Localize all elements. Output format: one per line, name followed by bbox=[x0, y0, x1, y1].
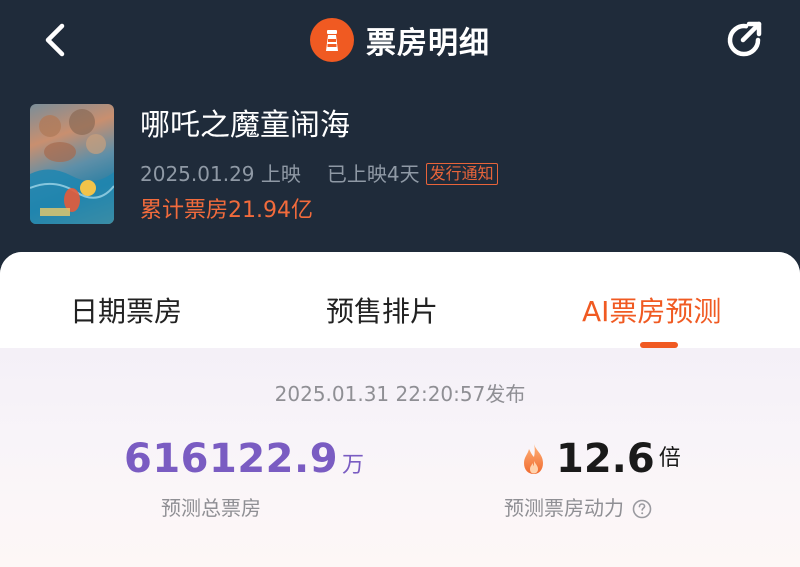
tab-presale-schedule[interactable]: 预售排片 bbox=[326, 292, 438, 336]
predicted-total-value: 616122.9 bbox=[124, 436, 339, 482]
share-button[interactable] bbox=[716, 12, 772, 68]
momentum-unit: 倍 bbox=[658, 446, 681, 471]
lighthouse-logo-icon bbox=[310, 18, 354, 62]
days-showing: 已上映4天 bbox=[326, 162, 420, 186]
release-date: 2025.01.29 上映 bbox=[140, 162, 301, 186]
box-office-detail-screen: 票房明细 哪吒之魔童闹海 2025.01.29 上映 已上映4天 发行通知 累计… bbox=[0, 0, 800, 567]
predicted-total-stat: 616122.9 万 bbox=[124, 434, 364, 484]
share-icon bbox=[727, 21, 762, 57]
box-office-momentum-stat: 12.6 倍 bbox=[520, 434, 681, 484]
tab-daily-box-office[interactable]: 日期票房 bbox=[70, 292, 182, 336]
content-card: 日期票房 预售排片 AI票房预测 2025.01.31 22:20:57发布 6… bbox=[0, 252, 800, 567]
total-box-office: 累计票房21.94亿 bbox=[140, 198, 313, 223]
predicted-total-unit: 万 bbox=[342, 453, 365, 478]
publish-time: 2025.01.31 22:20:57发布 bbox=[274, 382, 526, 406]
tab-bar: 日期票房 预售排片 AI票房预测 bbox=[0, 252, 800, 348]
momentum-label-row: 预测票房动力 bbox=[504, 494, 652, 522]
momentum-label: 预测票房动力 bbox=[504, 496, 624, 520]
back-button[interactable] bbox=[28, 12, 84, 68]
movie-meta-row: 2025.01.29 上映 已上映4天 发行通知 bbox=[140, 160, 498, 188]
chevron-left-icon bbox=[45, 23, 65, 57]
movie-title: 哪吒之魔童闹海 bbox=[140, 108, 350, 143]
movie-poster[interactable] bbox=[30, 104, 114, 224]
question-circle-icon[interactable] bbox=[632, 498, 652, 519]
fire-icon bbox=[520, 442, 548, 476]
nav-title-group: 票房明细 bbox=[0, 0, 800, 80]
tab-ai-prediction[interactable]: AI票房预测 bbox=[582, 292, 721, 336]
page-title: 票房明细 bbox=[366, 26, 490, 61]
predicted-total-label: 预测总票房 bbox=[161, 496, 261, 520]
release-notice-badge[interactable]: 发行通知 bbox=[425, 163, 498, 185]
momentum-value: 12.6 bbox=[556, 436, 655, 482]
prediction-panel: 2025.01.31 22:20:57发布 616122.9 万 12.6 倍 … bbox=[0, 348, 800, 567]
top-nav-bar: 票房明细 bbox=[0, 0, 800, 80]
